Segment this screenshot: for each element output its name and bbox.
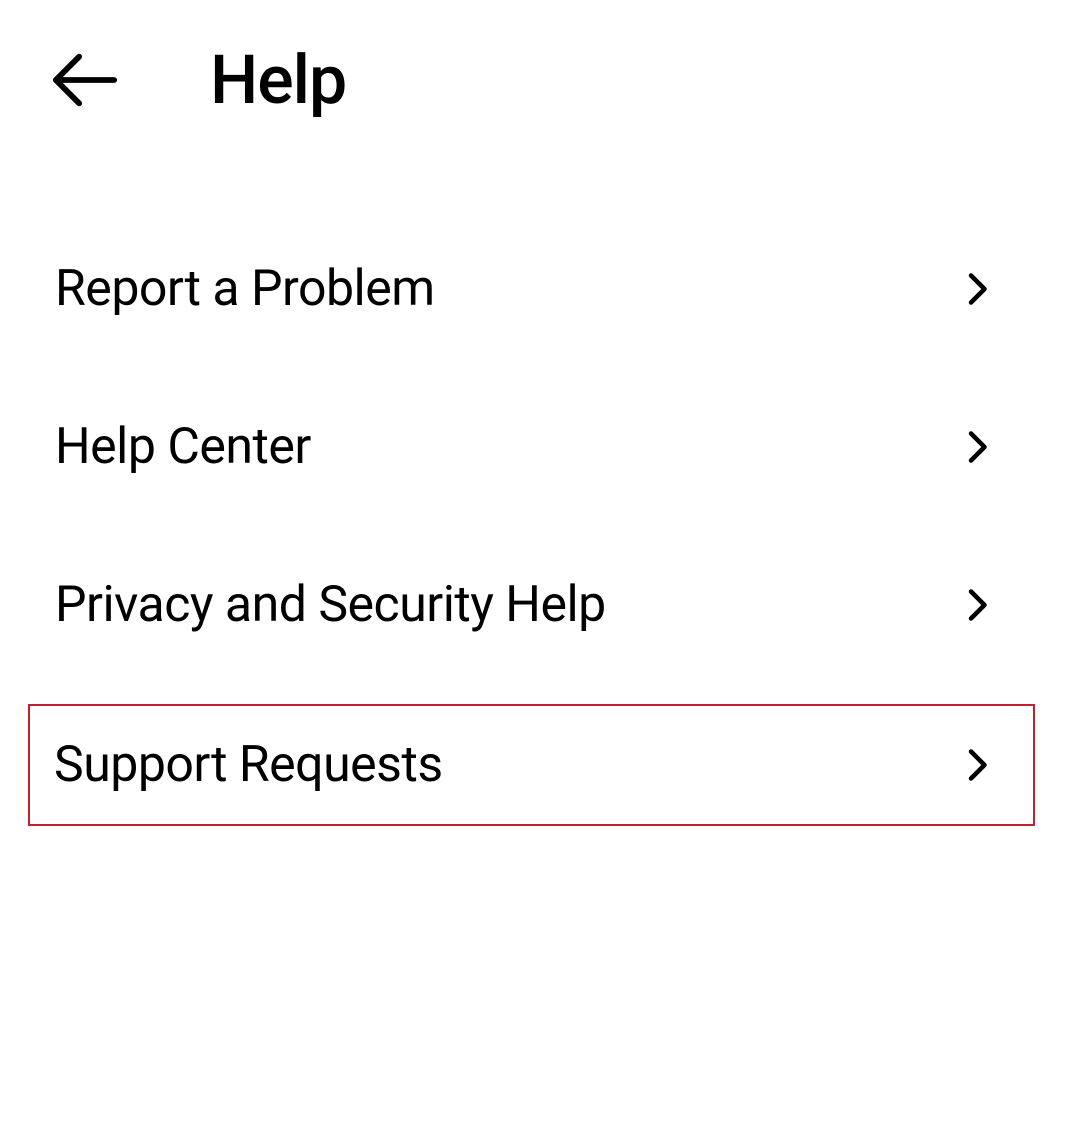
menu-item-label: Privacy and Security Help	[55, 576, 606, 634]
chevron-right-icon	[959, 587, 995, 623]
menu-item-label: Support Requests	[54, 736, 443, 794]
chevron-right-icon	[959, 271, 995, 307]
page-title: Help	[210, 40, 346, 120]
menu-item-label: Report a Problem	[55, 260, 435, 318]
chevron-right-icon	[959, 429, 995, 465]
menu-item-label: Help Center	[55, 418, 311, 476]
menu-item-support-requests[interactable]: Support Requests	[28, 704, 1035, 826]
menu-item-privacy-and-security-help[interactable]: Privacy and Security Help	[5, 526, 1045, 684]
back-button[interactable]	[50, 45, 120, 115]
menu-item-report-a-problem[interactable]: Report a Problem	[5, 210, 1045, 368]
chevron-right-icon	[959, 747, 995, 783]
menu-list: Report a Problem Help Center Privacy and…	[0, 160, 1080, 826]
arrow-left-icon	[50, 45, 120, 115]
menu-item-help-center[interactable]: Help Center	[5, 368, 1045, 526]
header: Help	[0, 0, 1080, 160]
